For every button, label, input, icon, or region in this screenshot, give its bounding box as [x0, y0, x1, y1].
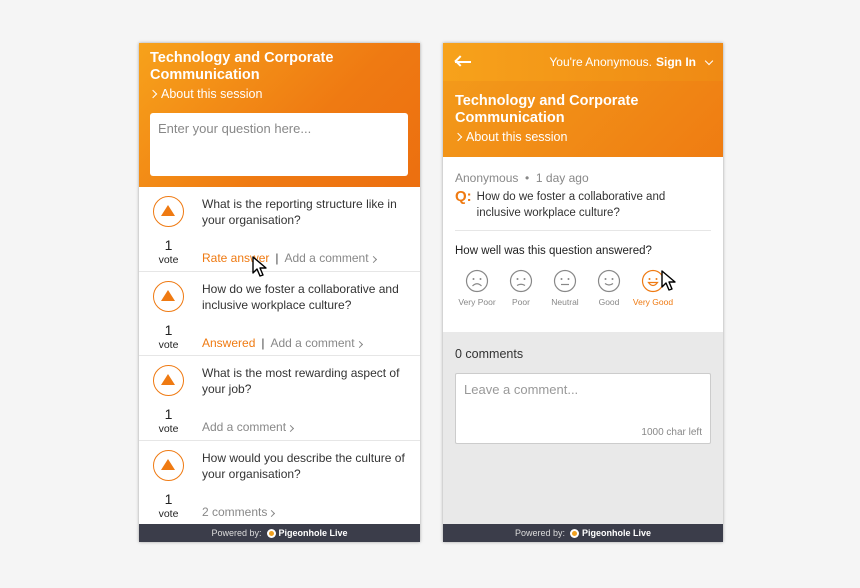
chevron-right-icon — [355, 340, 363, 348]
question-item: 1 vote What is the most rewarding aspect… — [139, 356, 420, 441]
question-line: Q: How do we foster a collaborative and … — [455, 189, 711, 221]
about-session-link[interactable]: About this session — [453, 130, 711, 144]
comments-link[interactable]: 2 comments — [202, 505, 276, 519]
separator: | — [261, 335, 265, 350]
question-actions: Answered | Add a comment — [202, 335, 363, 350]
pigeonhole-brand[interactable]: Pigeonhole Live — [266, 528, 348, 538]
comment-input[interactable]: Leave a comment... 1000 char left — [455, 373, 711, 444]
vote-label: vote — [158, 423, 179, 435]
pigeonhole-brand[interactable]: Pigeonhole Live — [570, 528, 651, 538]
powered-by-footer: Powered by: Pigeonhole Live — [443, 524, 723, 542]
rating-poor[interactable]: Poor — [499, 269, 543, 307]
rating-options: Very Poor Poor Neutral Good Very Good — [455, 269, 711, 307]
upvote-triangle-icon — [161, 374, 175, 385]
timestamp: 1 day ago — [535, 171, 589, 185]
rating-good[interactable]: Good — [587, 269, 631, 307]
question-text: How do we foster a collaborative and inc… — [202, 281, 399, 312]
question-actions: Rate answer | Add a comment — [202, 251, 377, 265]
question-meta: Anonymous • 1 day ago — [455, 171, 589, 185]
upvote-triangle-icon — [161, 458, 175, 470]
question-detail: Anonymous • 1 day ago Q: How do we foste… — [443, 157, 723, 307]
question-text: How would you describe the culture of yo… — [202, 450, 405, 481]
pigeonhole-logo-icon — [266, 528, 276, 538]
upvote-triangle-icon — [161, 289, 175, 301]
upvote-button[interactable] — [153, 365, 184, 396]
add-comment-link[interactable]: Add a comment — [271, 336, 363, 350]
chevron-right-icon — [369, 255, 377, 264]
vote-count: 1 — [164, 490, 173, 507]
rating-neutral[interactable]: Neutral — [543, 269, 587, 307]
neutral-face-icon — [553, 269, 577, 293]
chevron-right-icon — [287, 424, 295, 433]
question-detail-screen: You're Anonymous. Sign In Technology and… — [443, 43, 723, 542]
comments-count: 0 comments — [455, 347, 524, 361]
upvote-triangle-icon — [161, 205, 175, 216]
session-questions-screen: Technology and Corporate Communication A… — [139, 43, 420, 542]
account-menu[interactable]: You're Anonymous. Sign In — [549, 55, 714, 69]
mouse-pointer-icon — [661, 270, 676, 291]
pigeonhole-logo-icon — [570, 528, 579, 538]
chevron-down-icon — [704, 56, 714, 65]
question-actions: Add a comment — [202, 420, 295, 434]
vote-label: vote — [158, 338, 179, 351]
vote-label: vote — [158, 254, 179, 266]
session-title: Technology and Corporate Communication — [150, 50, 334, 83]
question-item: 1 vote How would you describe the cultur… — [139, 441, 420, 526]
chevron-right-icon — [453, 132, 463, 142]
chevron-right-icon — [268, 509, 276, 517]
question-input[interactable]: Enter your question here... — [150, 113, 408, 176]
good-face-icon — [597, 269, 621, 293]
rating-prompt: How well was this question answered? — [455, 245, 652, 257]
divider — [455, 230, 711, 231]
upvote-button[interactable] — [153, 196, 184, 227]
vote-label: vote — [158, 507, 179, 520]
session-title: Technology and Corporate Communication — [455, 93, 639, 126]
question-prefix: Q: — [455, 188, 472, 205]
poor-face-icon — [509, 269, 533, 293]
upvote-button[interactable] — [153, 280, 184, 312]
top-bar: You're Anonymous. Sign In — [443, 43, 723, 81]
char-counter: 1000 char left — [641, 427, 702, 438]
rating-very-good[interactable]: Very Good — [631, 269, 676, 307]
separator: | — [275, 251, 279, 265]
chevron-right-icon — [148, 89, 158, 99]
question-text: How do we foster a collaborative and inc… — [476, 191, 666, 219]
vote-count: 1 — [164, 237, 173, 253]
author: Anonymous — [455, 171, 519, 185]
upvote-button[interactable] — [153, 449, 184, 481]
question-item: 1 vote How do we foster a collaborative … — [139, 272, 420, 356]
back-arrow-icon[interactable] — [454, 55, 472, 68]
add-comment-link[interactable]: Add a comment — [202, 420, 295, 434]
answered-link[interactable]: Answered — [202, 336, 255, 350]
vote-count: 1 — [164, 406, 173, 422]
rating-very-poor[interactable]: Very Poor — [455, 269, 499, 307]
session-header: Technology and Corporate Communication A… — [443, 81, 723, 157]
question-actions: 2 comments — [202, 505, 276, 519]
add-comment-link[interactable]: Add a comment — [285, 251, 377, 265]
about-session-link[interactable]: About this session — [148, 87, 409, 101]
very-poor-face-icon — [465, 269, 489, 293]
session-header: Technology and Corporate Communication A… — [139, 43, 420, 187]
question-text: What is the reporting structure like in … — [202, 197, 397, 227]
comments-section: 0 comments Leave a comment... 1000 char … — [443, 332, 723, 524]
question-text: What is the most rewarding aspect of you… — [202, 366, 400, 396]
vote-count: 1 — [164, 321, 173, 338]
powered-by-footer: Powered by: Pigeonhole Live — [139, 524, 420, 542]
question-item: 1 vote What is the reporting structure l… — [139, 187, 420, 277]
sign-in-link[interactable]: Sign In — [656, 55, 696, 69]
